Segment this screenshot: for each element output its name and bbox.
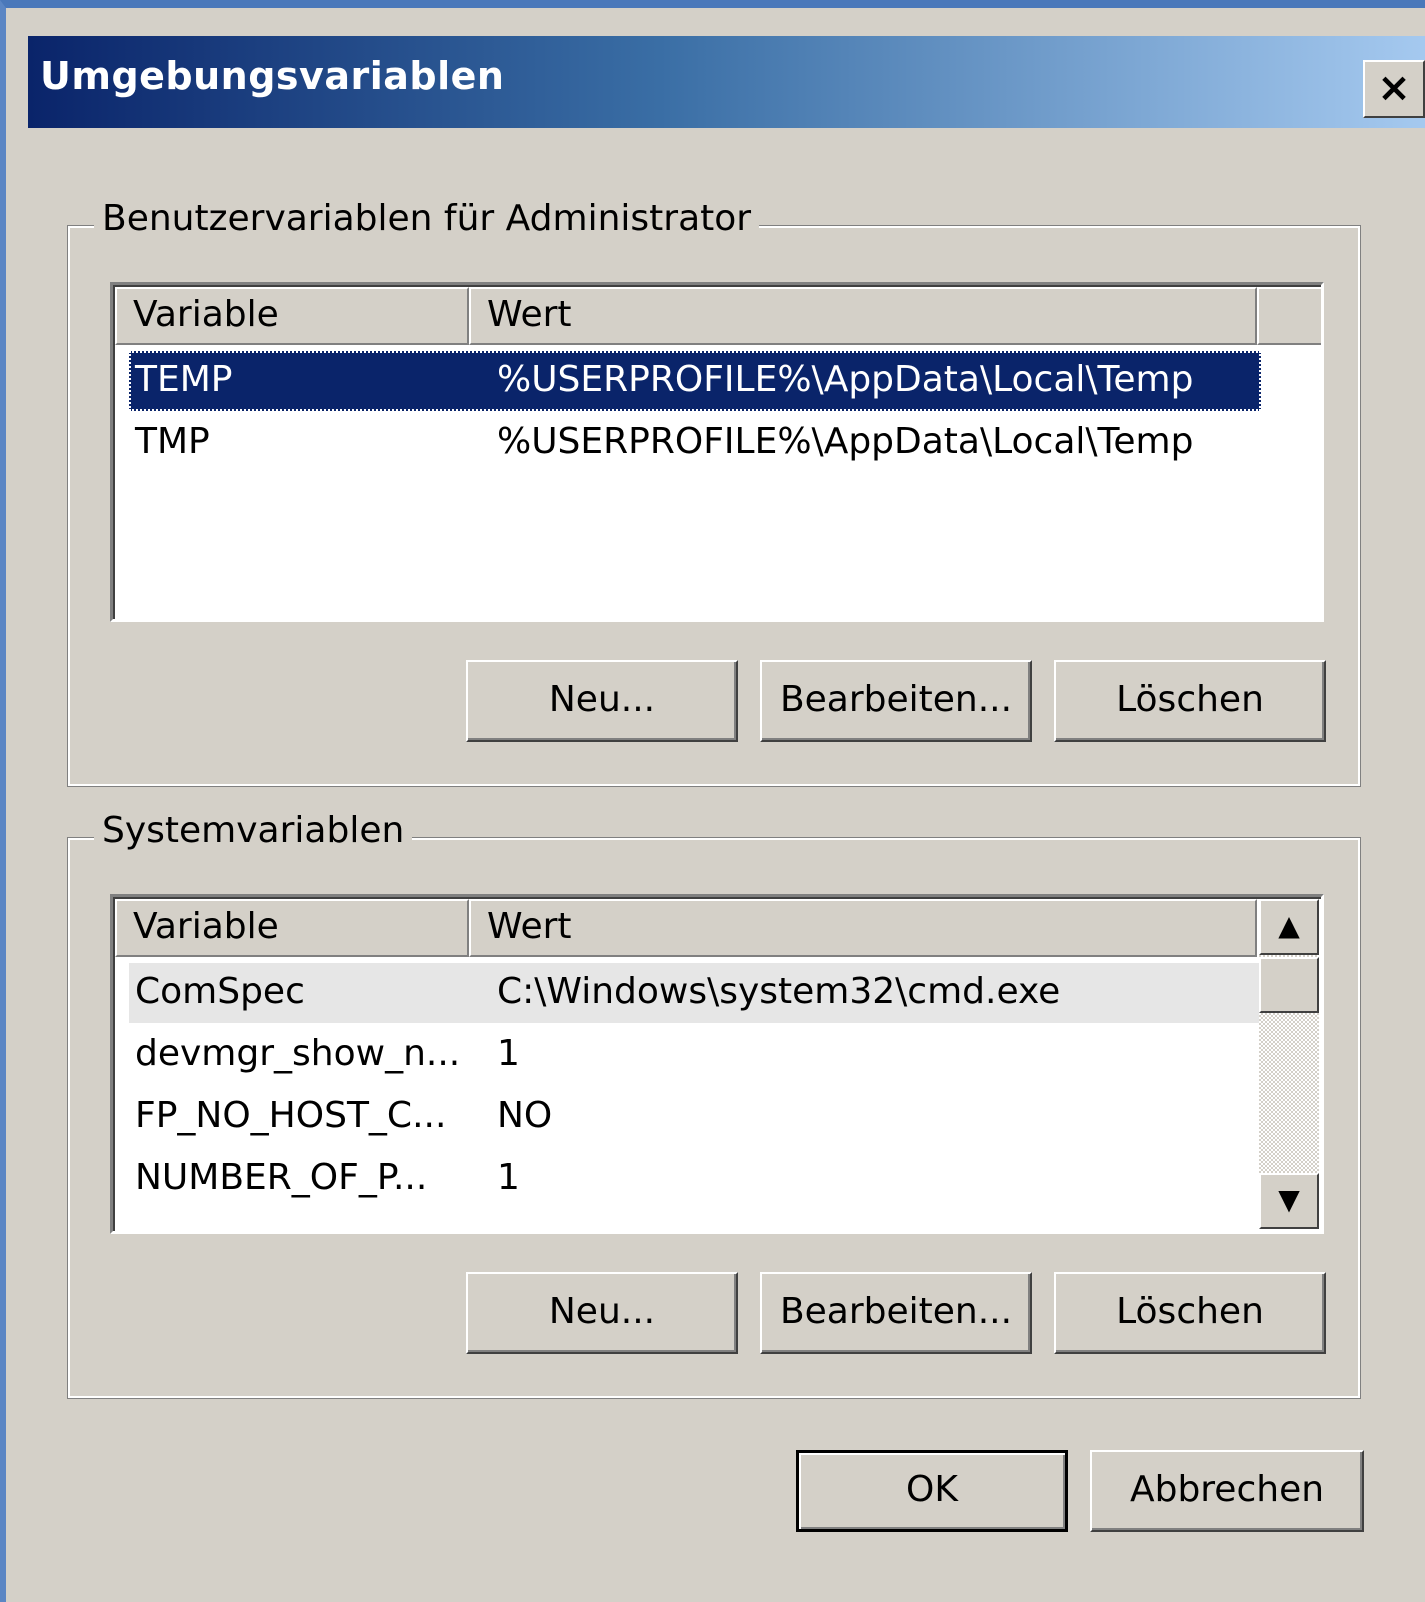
system-edit-button[interactable]: Bearbeiten... bbox=[760, 1272, 1032, 1354]
close-button[interactable]: × bbox=[1363, 60, 1425, 118]
environment-variables-dialog: Umgebungsvariablen × Benutzervariablen f… bbox=[0, 0, 1425, 1602]
title-bar[interactable]: Umgebungsvariablen × bbox=[28, 36, 1425, 128]
user-variables-group-label: Benutzervariablen für Administrator bbox=[94, 198, 760, 239]
variable-name-cell: TEMP bbox=[135, 359, 233, 400]
scroll-down-button[interactable]: ▼ bbox=[1259, 1173, 1319, 1229]
user-variables-group: Benutzervariablen für Administrator Vari… bbox=[67, 198, 1361, 787]
user-delete-button[interactable]: Löschen bbox=[1054, 660, 1326, 742]
column-header-value[interactable]: Wert bbox=[469, 899, 1257, 957]
arrow-down-icon: ▼ bbox=[1278, 1183, 1300, 1216]
system-variables-scrollbar[interactable]: ▲ ▼ bbox=[1259, 899, 1319, 1229]
user-edit-button[interactable]: Bearbeiten... bbox=[760, 660, 1032, 742]
system-variables-group: Systemvariablen Variable Wert ComSpec C:… bbox=[67, 810, 1361, 1399]
variable-value-cell: 1 bbox=[497, 1157, 520, 1198]
variable-value-cell: C:\Windows\system32\cmd.exe bbox=[497, 971, 1061, 1012]
ok-button[interactable]: OK bbox=[796, 1450, 1068, 1532]
system-variable-row[interactable]: devmgr_show_n... 1 bbox=[129, 1025, 1261, 1085]
user-variable-row-temp[interactable]: TEMP %USERPROFILE%\AppData\Local\Temp bbox=[129, 351, 1261, 411]
system-variables-list-header: Variable Wert bbox=[115, 899, 1257, 957]
system-variables-list[interactable]: Variable Wert ComSpec C:\Windows\system3… bbox=[110, 894, 1324, 1234]
scrollbar-thumb[interactable] bbox=[1259, 957, 1319, 1013]
variable-name-cell: devmgr_show_n... bbox=[135, 1033, 461, 1074]
variable-name-cell: TMP bbox=[135, 421, 210, 462]
variable-value-cell: %USERPROFILE%\AppData\Local\Temp bbox=[497, 359, 1194, 400]
user-variable-row-tmp[interactable]: TMP %USERPROFILE%\AppData\Local\Temp bbox=[129, 413, 1261, 473]
system-variable-row[interactable]: FP_NO_HOST_C... NO bbox=[129, 1087, 1261, 1147]
system-new-button[interactable]: Neu... bbox=[466, 1272, 738, 1354]
system-variable-row[interactable]: ComSpec C:\Windows\system32\cmd.exe bbox=[129, 963, 1261, 1023]
user-variables-list-header: Variable Wert bbox=[115, 287, 1321, 345]
arrow-up-icon: ▲ bbox=[1278, 909, 1300, 942]
column-header-variable[interactable]: Variable bbox=[115, 287, 469, 345]
user-variables-list[interactable]: Variable Wert TEMP %USERPROFILE%\AppData… bbox=[110, 282, 1324, 622]
system-delete-button[interactable]: Löschen bbox=[1054, 1272, 1326, 1354]
column-header-value[interactable]: Wert bbox=[469, 287, 1257, 345]
dialog-title: Umgebungsvariablen bbox=[40, 54, 505, 98]
user-new-button[interactable]: Neu... bbox=[466, 660, 738, 742]
variable-name-cell: NUMBER_OF_P... bbox=[135, 1157, 428, 1198]
scroll-up-button[interactable]: ▲ bbox=[1259, 899, 1319, 955]
column-header-variable[interactable]: Variable bbox=[115, 899, 469, 957]
cancel-button[interactable]: Abbrechen bbox=[1090, 1450, 1364, 1532]
variable-value-cell: NO bbox=[497, 1095, 553, 1136]
variable-value-cell: %USERPROFILE%\AppData\Local\Temp bbox=[497, 421, 1194, 462]
column-header-filler bbox=[1257, 287, 1321, 345]
variable-name-cell: FP_NO_HOST_C... bbox=[135, 1095, 447, 1136]
system-variable-row[interactable]: NUMBER_OF_P... 1 bbox=[129, 1149, 1261, 1209]
variable-name-cell: ComSpec bbox=[135, 971, 305, 1012]
variable-value-cell: 1 bbox=[497, 1033, 520, 1074]
system-variables-group-label: Systemvariablen bbox=[94, 810, 413, 851]
